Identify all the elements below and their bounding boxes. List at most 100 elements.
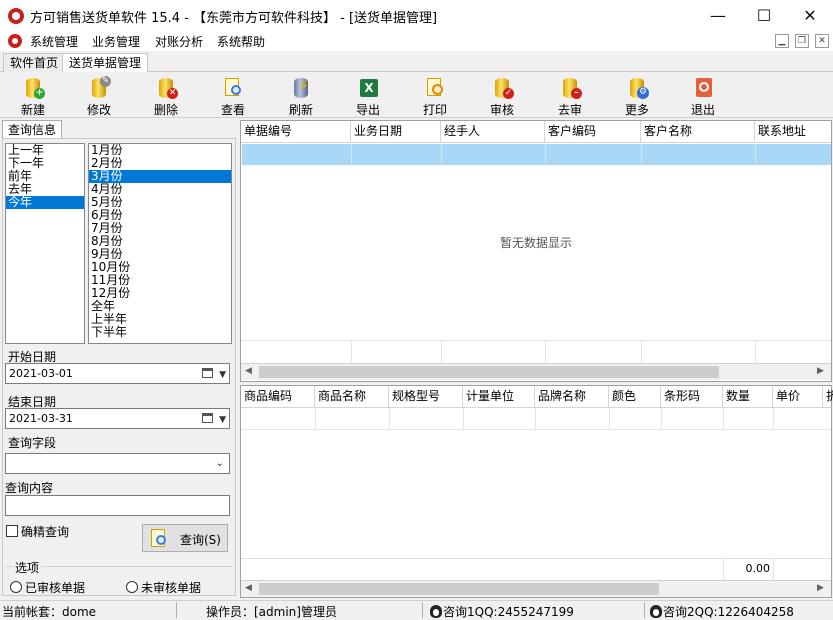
query-button-label: 查询(S): [180, 531, 221, 548]
excel-export-icon: X: [359, 76, 379, 100]
menu-app-icon[interactable]: [8, 34, 22, 48]
col-product-name[interactable]: 商品名称: [315, 386, 389, 407]
query-field-label: 查询字段: [8, 434, 56, 451]
query-button[interactable]: 查询(S): [142, 524, 228, 552]
radio-unaudited-label: 未审核单据: [141, 579, 201, 596]
col-bill-no[interactable]: 单据编号: [241, 121, 351, 142]
status-qq1[interactable]: 咨询1QQ:2455247199: [430, 603, 574, 620]
exact-query-checkbox[interactable]: [6, 525, 18, 537]
query-field-select[interactable]: ⌄: [5, 453, 230, 474]
scroll-thumb[interactable]: [259, 366, 719, 378]
status-account: 当前帐套：dome: [2, 603, 96, 620]
edit-icon: ✎: [90, 76, 110, 100]
radio-audited[interactable]: [10, 581, 22, 593]
status-operator: 操作员：[admin]管理员: [206, 603, 337, 620]
delete-button[interactable]: ✕ 删除: [136, 74, 196, 118]
detail-footer-row: 0.00: [241, 558, 831, 580]
refresh-icon: ⚡: [292, 76, 312, 100]
scroll-thumb[interactable]: [259, 583, 659, 595]
query-content-input[interactable]: [5, 495, 230, 516]
more-icon: ⚙: [628, 76, 648, 100]
calendar-icon[interactable]: [202, 413, 213, 423]
close-button[interactable]: ✕: [787, 0, 833, 31]
status-qq2[interactable]: 咨询2QQ:1226404258: [650, 603, 794, 620]
edit-label: 修改: [69, 101, 129, 118]
col-barcode[interactable]: 条形码: [661, 386, 723, 407]
col-spec-model[interactable]: 规格型号: [389, 386, 463, 407]
unaudit-icon: –: [561, 76, 581, 100]
unaudit-button[interactable]: – 去审: [540, 74, 600, 118]
audit-icon: ✓: [493, 76, 513, 100]
new-icon: +: [24, 76, 44, 100]
menu-system-management[interactable]: 系统管理: [30, 33, 78, 50]
scroll-left-icon[interactable]: ◀: [245, 366, 252, 376]
radio-audited-label: 已审核单据: [25, 579, 85, 596]
detail-row[interactable]: [241, 408, 831, 430]
audit-button[interactable]: ✓ 审核: [472, 74, 532, 118]
calendar-icon[interactable]: [202, 368, 213, 378]
mdi-restore-button[interactable]: ❐: [795, 34, 809, 48]
tab-delivery-management[interactable]: 送货单据管理: [62, 53, 148, 73]
chevron-down-icon[interactable]: ⌄: [216, 458, 224, 469]
exit-button[interactable]: 退出: [673, 74, 733, 118]
col-brand-name[interactable]: 品牌名称: [535, 386, 609, 407]
col-unit[interactable]: 计量单位: [463, 386, 535, 407]
footer-row: [241, 340, 831, 362]
end-date-picker[interactable]: 2021-03-31 ▼: [5, 408, 230, 429]
col-color[interactable]: 颜色: [609, 386, 661, 407]
col-customer-name[interactable]: 客户名称: [641, 121, 755, 142]
start-date-picker[interactable]: 2021-03-01 ▼: [5, 363, 230, 384]
detail-grid-hscrollbar[interactable]: ◀ ▶: [241, 580, 831, 597]
maximize-button[interactable]: ☐: [741, 0, 787, 31]
end-date-value: 2021-03-31: [9, 412, 73, 425]
edit-button[interactable]: ✎ 修改: [69, 74, 129, 118]
delivery-grid-hscrollbar[interactable]: ◀ ▶: [241, 363, 831, 380]
delivery-grid[interactable]: 单据编号 业务日期 经手人 客户编码 客户名称 联系地址 暂无数据显示 ◀ ▶: [240, 120, 832, 382]
chevron-down-icon[interactable]: ▼: [219, 366, 226, 385]
exact-query-label: 确精查询: [21, 523, 69, 540]
year-listbox[interactable]: 上一年 下一年 前年 去年 今年: [5, 143, 85, 344]
col-customer-code[interactable]: 客户编码: [545, 121, 641, 142]
window-title: 方可销售送货单软件 15.4 - 【东莞市方可软件科技】 - [送货单据管理]: [30, 7, 437, 26]
exit-label: 退出: [673, 101, 733, 118]
month-listbox[interactable]: 1月份 2月份 3月份 4月份 5月份 6月份 7月份 8月份 9月份 10月份…: [88, 143, 232, 344]
print-preview-icon: [426, 76, 446, 100]
exit-icon: [694, 76, 714, 100]
col-unit-price[interactable]: 单价: [773, 386, 823, 407]
menu-system-help[interactable]: 系统帮助: [217, 33, 265, 50]
mdi-minimize-button[interactable]: ▁: [775, 34, 789, 48]
menu-reconciliation-analysis[interactable]: 对账分析: [155, 33, 203, 50]
chevron-down-icon[interactable]: ▼: [219, 411, 226, 430]
more-button[interactable]: ⚙ 更多: [607, 74, 667, 118]
tab-home[interactable]: 软件首页: [3, 53, 65, 72]
new-button[interactable]: + 新建: [3, 74, 63, 118]
year-item-selected[interactable]: 今年: [6, 196, 84, 209]
col-quantity[interactable]: 数量: [723, 386, 773, 407]
export-button[interactable]: X 导出: [338, 74, 398, 118]
detail-grid[interactable]: 商品编码 商品名称 规格型号 计量单位 品牌名称 颜色 条形码 数量 单价 折 …: [240, 385, 832, 598]
col-address[interactable]: 联系地址: [755, 121, 833, 142]
refresh-button[interactable]: ⚡ 刷新: [271, 74, 331, 118]
delivery-grid-header: 单据编号 业务日期 经手人 客户编码 客户名称 联系地址: [241, 121, 831, 143]
print-button[interactable]: 打印: [405, 74, 465, 118]
scroll-right-icon[interactable]: ▶: [817, 583, 824, 593]
menu-business-management[interactable]: 业务管理: [92, 33, 140, 50]
col-product-code[interactable]: 商品编码: [241, 386, 315, 407]
refresh-label: 刷新: [271, 101, 331, 118]
query-info-tab[interactable]: 查询信息: [2, 120, 62, 139]
radio-unaudited[interactable]: [126, 581, 138, 593]
query-content-label: 查询内容: [5, 479, 53, 496]
scroll-right-icon[interactable]: ▶: [817, 366, 824, 376]
month-item[interactable]: 下半年: [89, 326, 231, 339]
mdi-close-button[interactable]: ✕: [815, 34, 829, 48]
detail-grid-header: 商品编码 商品名称 规格型号 计量单位 品牌名称 颜色 条形码 数量 单价 折: [241, 386, 831, 408]
view-button[interactable]: 查看: [203, 74, 263, 118]
col-handler[interactable]: 经手人: [441, 121, 545, 142]
col-business-date[interactable]: 业务日期: [351, 121, 441, 142]
minimize-button[interactable]: —: [695, 0, 741, 31]
qq-penguin-icon: [430, 605, 442, 618]
scroll-left-icon[interactable]: ◀: [245, 583, 252, 593]
col-discount[interactable]: 折: [823, 386, 833, 407]
selected-row[interactable]: [242, 144, 831, 165]
options-title: 选项: [13, 559, 41, 576]
